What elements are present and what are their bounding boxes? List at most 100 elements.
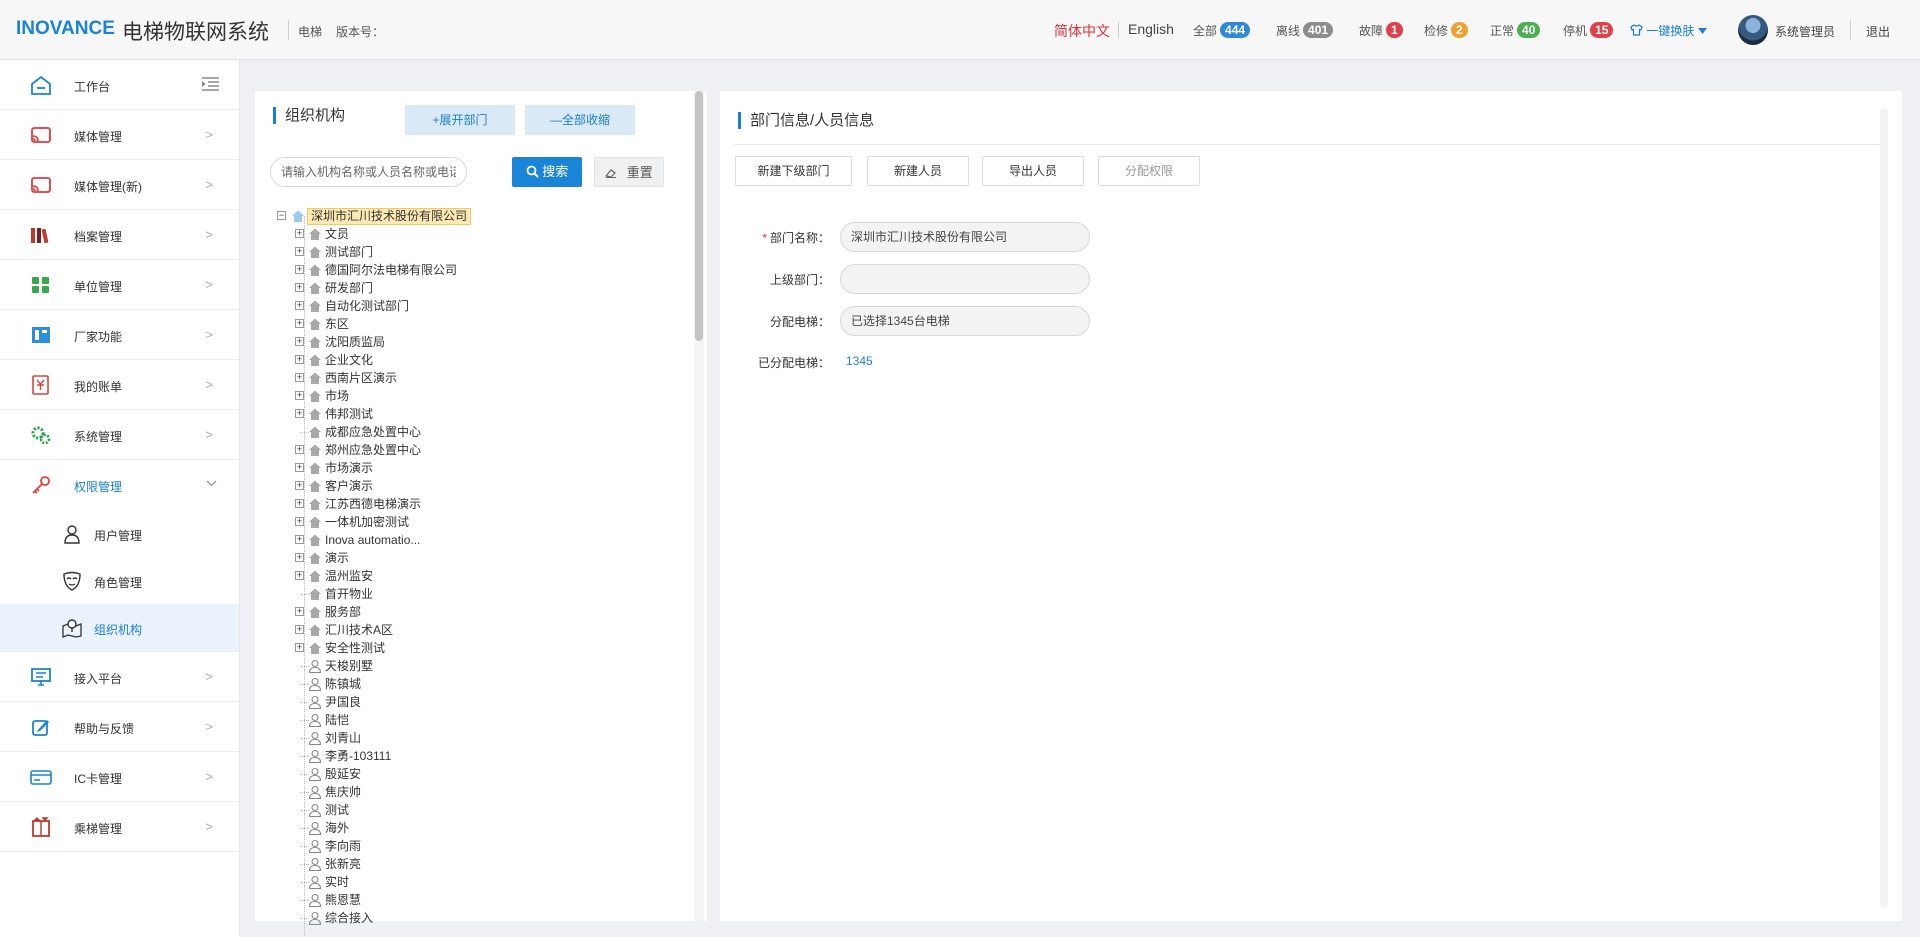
tree-department-node[interactable]: + 市场演示 <box>277 459 677 477</box>
tree-expand-toggle[interactable]: + <box>295 301 304 310</box>
tree-person-node[interactable]: 李向雨 <box>277 837 677 855</box>
tree-department-node[interactable]: 成都应急处置中心 <box>277 423 677 441</box>
tree-expand-toggle[interactable]: + <box>295 535 304 544</box>
tree-department-node[interactable]: + 客户演示 <box>277 477 677 495</box>
tree-expand-toggle[interactable]: + <box>295 571 304 580</box>
assign-elevator-field[interactable]: 已选择1345台电梯 <box>840 306 1090 336</box>
status-maintenance[interactable]: 检修 2 <box>1424 22 1468 39</box>
tree-department-node[interactable]: 首开物业 <box>277 585 677 603</box>
tree-department-node[interactable]: + 汇川技术A区 <box>277 621 677 639</box>
status-fault[interactable]: 故障 1 <box>1359 22 1403 39</box>
tree-person-node[interactable]: 刘青山 <box>277 729 677 747</box>
tree-department-node[interactable]: + 西南片区演示 <box>277 369 677 387</box>
sidebar-item-permissions[interactable]: 权限管理 <box>0 460 239 510</box>
tree-department-node[interactable]: + 一体机加密测试 <box>277 513 677 531</box>
expand-all-button[interactable]: +展开部门 <box>405 105 515 135</box>
tree-department-node[interactable]: + 市场 <box>277 387 677 405</box>
sidebar-item-archives[interactable]: 档案管理 > <box>0 210 239 260</box>
tree-expand-toggle[interactable]: + <box>295 643 304 652</box>
tree-expand-toggle[interactable]: + <box>295 247 304 256</box>
tree-person-node[interactable]: 尹国良 <box>277 693 677 711</box>
tree-expand-toggle[interactable]: + <box>295 337 304 346</box>
tree-person-node[interactable]: 天梭别墅 <box>277 657 677 675</box>
scrollbar-track[interactable] <box>1880 108 1888 908</box>
tree-person-node[interactable]: 陆恺 <box>277 711 677 729</box>
tree-department-node[interactable]: + 研发部门 <box>277 279 677 297</box>
status-all[interactable]: 全部 444 <box>1193 22 1251 39</box>
tree-department-node[interactable]: + 文员 <box>277 225 677 243</box>
tree-person-node[interactable]: 综合接入 <box>277 909 677 927</box>
tree-collapse-toggle[interactable]: − <box>277 211 286 220</box>
parent-dept-field[interactable] <box>840 264 1090 294</box>
assign-permissions-button[interactable]: 分配权限 <box>1098 156 1200 186</box>
tree-department-node[interactable]: + 测试部门 <box>277 243 677 261</box>
org-search-input[interactable] <box>270 157 467 187</box>
tree-person-node[interactable]: 陈镇城 <box>277 675 677 693</box>
sidebar-item-help[interactable]: 帮助与反馈 > <box>0 702 239 752</box>
sidebar-item-factory[interactable]: 厂家功能 > <box>0 310 239 360</box>
sidebar-item-access-platform[interactable]: 接入平台 > <box>0 652 239 702</box>
sidebar-item-user-management[interactable]: 用户管理 <box>0 510 239 557</box>
tree-expand-toggle[interactable]: + <box>295 607 304 616</box>
tree-department-node[interactable]: + 江苏西德电梯演示 <box>277 495 677 513</box>
tree-expand-toggle[interactable]: + <box>295 283 304 292</box>
tree-person-node[interactable]: 海外 <box>277 819 677 837</box>
tree-person-node[interactable]: 焦庆帅 <box>277 783 677 801</box>
status-offline[interactable]: 离线 401 <box>1276 22 1334 39</box>
tree-department-node[interactable]: + 服务部 <box>277 603 677 621</box>
sidebar-item-media-new[interactable]: 媒体管理(新) > <box>0 160 239 210</box>
sidebar-item-system[interactable]: 系统管理 > <box>0 410 239 460</box>
tree-expand-toggle[interactable]: + <box>295 553 304 562</box>
tree-expand-toggle[interactable]: + <box>295 463 304 472</box>
tree-department-node[interactable]: + 自动化测试部门 <box>277 297 677 315</box>
reset-button[interactable]: 重置 <box>594 157 664 187</box>
tree-department-node[interactable]: + 德国阿尔法电梯有限公司 <box>277 261 677 279</box>
tree-department-node[interactable]: + 伟邦测试 <box>277 405 677 423</box>
search-button[interactable]: 搜索 <box>512 157 582 187</box>
new-sub-department-button[interactable]: 新建下级部门 <box>735 156 852 186</box>
tree-person-node[interactable]: 测试 <box>277 801 677 819</box>
tree-department-node[interactable]: + 东区 <box>277 315 677 333</box>
tree-department-node[interactable]: + 沈阳质监局 <box>277 333 677 351</box>
tree-expand-toggle[interactable]: + <box>295 265 304 274</box>
lang-chinese-link[interactable]: 简体中文 <box>1054 21 1110 41</box>
tree-department-node[interactable]: + Inova automatio... <box>277 531 677 549</box>
tree-department-node[interactable]: + 郑州应急处置中心 <box>277 441 677 459</box>
tree-person-node[interactable]: 李勇-103111 <box>277 747 677 765</box>
export-persons-button[interactable]: 导出人员 <box>982 156 1084 186</box>
tree-person-node[interactable]: 殷延安 <box>277 765 677 783</box>
avatar[interactable] <box>1738 15 1768 45</box>
sidebar-item-dashboard[interactable]: 工作台 <box>0 60 239 110</box>
sidebar-item-bills[interactable]: 我的账单 > <box>0 360 239 410</box>
tree-expand-toggle[interactable]: + <box>295 409 304 418</box>
tree-department-node[interactable]: + 温州监安 <box>277 567 677 585</box>
sidebar-item-media[interactable]: 媒体管理 > <box>0 110 239 160</box>
menu-collapse-icon[interactable] <box>202 77 219 91</box>
tree-department-node[interactable]: + 企业文化 <box>277 351 677 369</box>
status-stopped[interactable]: 停机 15 <box>1563 22 1614 39</box>
user-name[interactable]: 系统管理员 <box>1775 23 1835 40</box>
sidebar-item-units[interactable]: 单位管理 > <box>0 260 239 310</box>
dept-name-field[interactable]: 深圳市汇川技术股份有限公司 <box>840 222 1090 252</box>
tree-expand-toggle[interactable]: + <box>295 445 304 454</box>
skin-switch-button[interactable]: 一键换肤 <box>1630 22 1707 39</box>
tree-department-node[interactable]: + 安全性测试 <box>277 639 677 657</box>
tree-department-node[interactable]: + 演示 <box>277 549 677 567</box>
tree-person-node[interactable]: 实时 <box>277 873 677 891</box>
assigned-elevator-count[interactable]: 1345 <box>846 354 873 368</box>
tree-expand-toggle[interactable]: + <box>295 229 304 238</box>
lang-english-link[interactable]: English <box>1128 21 1174 37</box>
tree-expand-toggle[interactable]: + <box>295 319 304 328</box>
tree-expand-toggle[interactable]: + <box>295 355 304 364</box>
sidebar-item-organization[interactable]: 组织机构 <box>0 604 239 652</box>
scrollbar-thumb[interactable] <box>695 91 703 341</box>
tree-expand-toggle[interactable]: + <box>295 499 304 508</box>
sidebar-item-ic-card[interactable]: IC卡管理 > <box>0 752 239 802</box>
logout-link[interactable]: 退出 <box>1866 23 1890 40</box>
new-person-button[interactable]: 新建人员 <box>867 156 969 186</box>
tree-root-node[interactable]: − 深圳市汇川技术股份有限公司 <box>277 207 677 225</box>
tree-person-node[interactable]: 张新亮 <box>277 855 677 873</box>
tree-expand-toggle[interactable]: + <box>295 373 304 382</box>
status-normal[interactable]: 正常 40 <box>1490 22 1541 39</box>
tree-expand-toggle[interactable]: + <box>295 625 304 634</box>
